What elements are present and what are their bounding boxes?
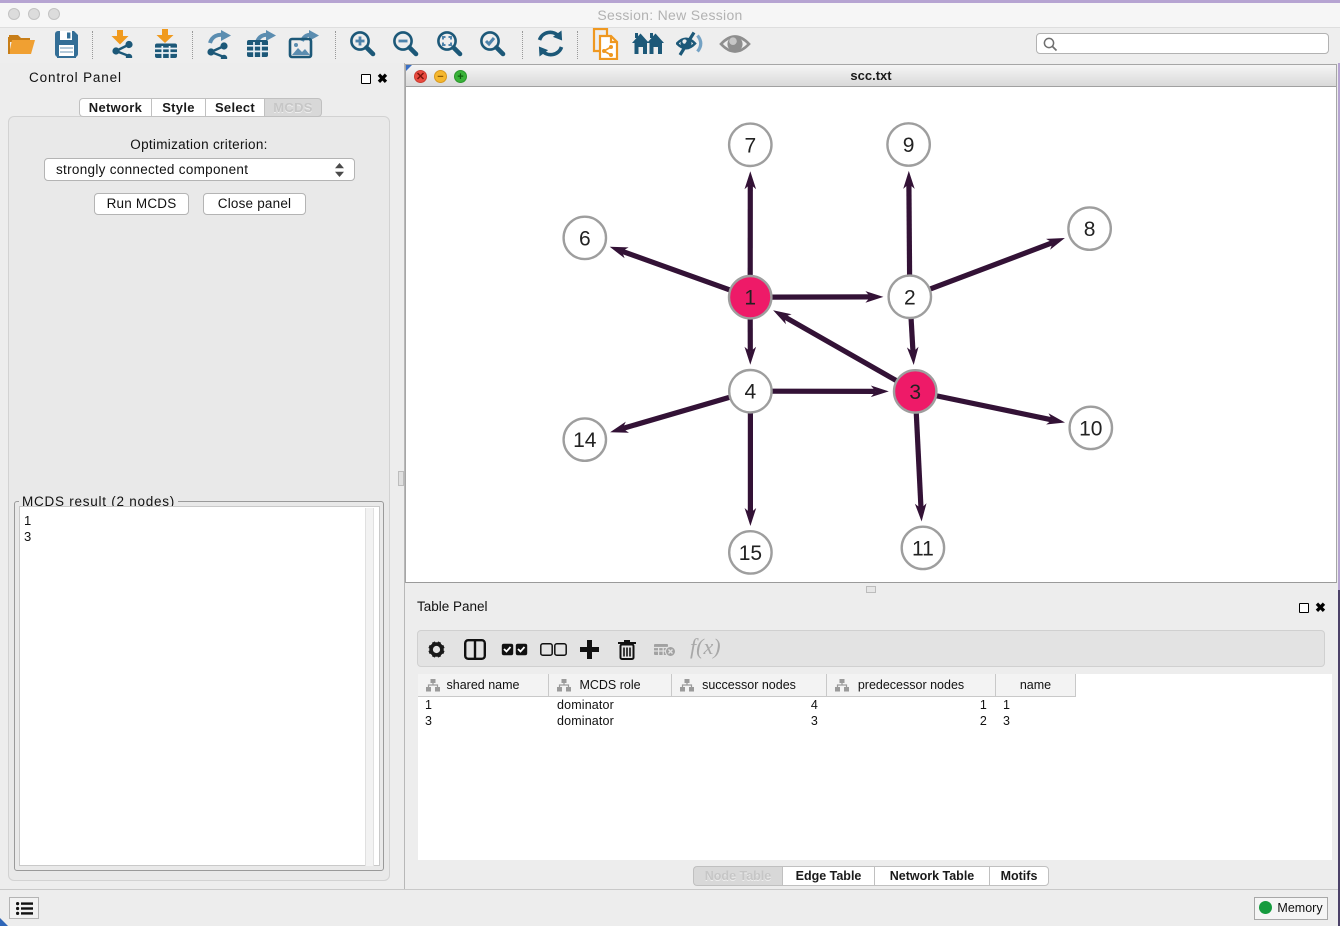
svg-text:4: 4 (745, 381, 757, 404)
svg-text:3: 3 (909, 381, 921, 404)
svg-text:2: 2 (904, 286, 916, 309)
svg-text:7: 7 (744, 134, 756, 157)
svg-text:11: 11 (912, 537, 934, 560)
svg-text:10: 10 (1079, 417, 1102, 440)
svg-text:9: 9 (903, 134, 915, 157)
svg-text:8: 8 (1084, 218, 1096, 241)
svg-text:14: 14 (573, 429, 597, 452)
svg-text:1: 1 (744, 287, 756, 310)
svg-text:6: 6 (579, 227, 591, 250)
svg-text:15: 15 (739, 542, 762, 565)
